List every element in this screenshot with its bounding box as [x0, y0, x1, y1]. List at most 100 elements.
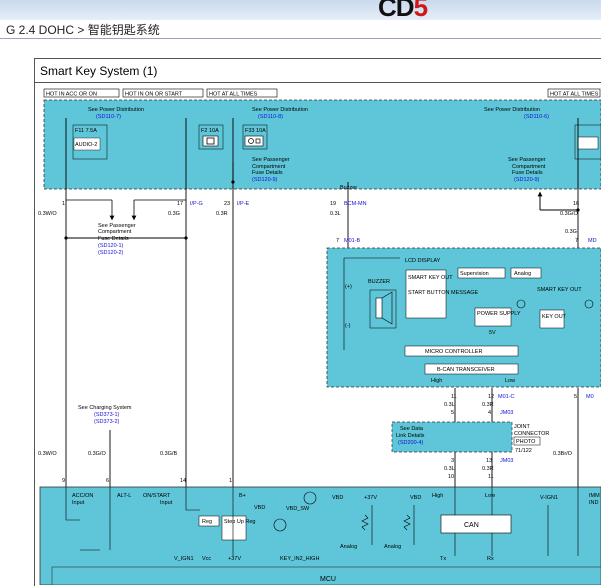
- svg-text:7: 7: [575, 238, 578, 244]
- svg-text:V_IGN1: V_IGN1: [174, 556, 194, 562]
- svg-text:LCD DISPLAY: LCD DISPLAY: [405, 258, 441, 264]
- svg-text:V-IGN1: V-IGN1: [540, 495, 558, 501]
- svg-text:Low: Low: [505, 378, 515, 384]
- svg-text:(-): (-): [345, 323, 351, 329]
- see-power-label-1: See Power Distribution: [88, 107, 144, 113]
- fuse-f2: F2 10A: [198, 124, 224, 150]
- svg-text:11: 11: [488, 474, 494, 480]
- svg-text:16: 16: [573, 201, 579, 207]
- svg-text:MICRO CONTROLLER: MICRO CONTROLLER: [425, 349, 482, 355]
- svg-text:Analog: Analog: [514, 271, 531, 277]
- svg-text:5V: 5V: [489, 330, 496, 336]
- svg-text:0.3G/O: 0.3G/O: [560, 211, 578, 217]
- svg-text:JOINT: JOINT: [514, 424, 531, 430]
- svg-text:3: 3: [451, 458, 454, 464]
- svg-text:(SD120-1): (SD120-1): [98, 243, 124, 249]
- svg-text:0.3L: 0.3L: [444, 402, 455, 408]
- svg-text:6: 6: [106, 478, 109, 484]
- svg-text:Rx: Rx: [487, 556, 494, 562]
- svg-text:5: 5: [574, 394, 577, 400]
- svg-text:(+): (+): [345, 284, 352, 290]
- svg-text:1: 1: [229, 478, 232, 484]
- wiring-diagram: HOT IN ACC OR ON HOT IN ON OR START HOT …: [38, 88, 601, 585]
- hot-on-start-label: HOT IN ON OR START: [125, 92, 183, 98]
- svg-text:0.3G/O: 0.3G/O: [88, 451, 106, 457]
- svg-text:0.3W/O: 0.3W/O: [38, 451, 57, 457]
- svg-text:High: High: [431, 378, 442, 384]
- svg-text:0.3R: 0.3R: [216, 211, 228, 217]
- svg-text:Compartment: Compartment: [98, 229, 132, 235]
- pin-labels-mid: 11 12 M01-C 5 M0 0.3L 0.3R 5 4 JM03: [444, 394, 594, 416]
- svg-text:0.3G/B: 0.3G/B: [160, 451, 177, 457]
- svg-text:Fuse Details: Fuse Details: [512, 170, 543, 176]
- svg-text:17: 17: [177, 201, 183, 207]
- svg-text:SMART KEY OUT: SMART KEY OUT: [408, 275, 453, 281]
- svg-text:Analog: Analog: [340, 544, 357, 550]
- svg-text:SMART KEY OUT: SMART KEY OUT: [537, 287, 582, 293]
- svg-text:9: 9: [62, 478, 65, 484]
- svg-text:0.3G: 0.3G: [565, 229, 577, 235]
- svg-text:IMM: IMM: [589, 493, 600, 499]
- power-ref-3: (SD110-6): [524, 114, 549, 120]
- svg-text:VBD_SW: VBD_SW: [286, 506, 310, 512]
- svg-text:4: 4: [488, 410, 491, 416]
- svg-text:Input: Input: [160, 500, 173, 506]
- svg-text:PHOTO: PHOTO: [516, 439, 536, 445]
- svg-text:KEY OUT: KEY OUT: [542, 314, 567, 320]
- svg-text:5: 5: [451, 410, 454, 416]
- svg-text:Link Details: Link Details: [396, 433, 425, 439]
- svg-text:Low: Low: [485, 493, 495, 499]
- svg-text:Reg: Reg: [202, 519, 212, 525]
- svg-text:See Data: See Data: [400, 426, 424, 432]
- svg-text:0.3Br/O: 0.3Br/O: [553, 451, 573, 457]
- svg-text:0.3L: 0.3L: [444, 466, 455, 472]
- svg-text:10: 10: [448, 474, 454, 480]
- svg-text:B-CAN TRANSCEIVER: B-CAN TRANSCEIVER: [437, 367, 495, 373]
- svg-text:M01-B: M01-B: [344, 238, 361, 244]
- svg-text:High: High: [432, 493, 443, 499]
- svg-text:See Charging System: See Charging System: [78, 405, 132, 411]
- svg-text:19: 19: [330, 201, 336, 207]
- svg-text:BUZZER: BUZZER: [368, 279, 390, 285]
- pin-labels-lower: 3 13 JM03 0.3L 0.3R 10 11 0.3W/O 0.3G/O …: [38, 451, 573, 484]
- svg-text:VBD: VBD: [254, 505, 265, 511]
- fuse-arrows: [66, 191, 543, 221]
- power-ref-1: (SD110-7): [96, 114, 121, 120]
- svg-text:JM03: JM03: [500, 410, 513, 416]
- svg-text:14: 14: [180, 478, 186, 484]
- svg-text:Supervision: Supervision: [460, 271, 489, 277]
- svg-text:12: 12: [488, 394, 494, 400]
- passenger-fuse-ref-c: See Passenger Compartment Fuse Details (…: [98, 223, 136, 256]
- svg-text:B+: B+: [239, 493, 246, 499]
- svg-text:+37V: +37V: [228, 556, 241, 562]
- svg-text:ON/START: ON/START: [143, 493, 171, 499]
- see-power-label-3: See Power Distribution: [484, 107, 540, 113]
- svg-text:(SD373-2): (SD373-2): [94, 419, 120, 425]
- svg-text:ACC/ON: ACC/ON: [72, 493, 93, 499]
- svg-text:Input: Input: [72, 500, 85, 506]
- svg-text:VBD: VBD: [410, 495, 421, 501]
- hot-labels: HOT IN ACC OR ON HOT IN ON OR START HOT …: [43, 88, 601, 98]
- svg-text:Analog: Analog: [384, 544, 401, 550]
- svg-text:CONNECTOR: CONNECTOR: [514, 431, 549, 437]
- svg-text:CAN: CAN: [464, 522, 479, 529]
- fuse-right: [574, 124, 601, 160]
- svg-text:I/P-E: I/P-E: [237, 201, 250, 207]
- svg-text:VBD: VBD: [332, 495, 343, 501]
- svg-text:See Passenger: See Passenger: [252, 157, 290, 163]
- svg-text:Fuse Details: Fuse Details: [252, 170, 283, 176]
- svg-text:Fuse Details: Fuse Details: [98, 236, 129, 242]
- svg-text:BCM-MN: BCM-MN: [344, 201, 367, 207]
- svg-text:M0: M0: [586, 394, 594, 400]
- svg-text:F2 10A: F2 10A: [201, 128, 219, 134]
- svg-text:I/P-G: I/P-G: [190, 201, 203, 207]
- svg-text:13: 13: [486, 458, 492, 464]
- svg-text:(SD120-9): (SD120-9): [252, 177, 278, 183]
- svg-text:AUDIO-2: AUDIO-2: [75, 142, 97, 148]
- charging-ref: See Charging System (SD373-1) (SD373-2): [78, 405, 132, 425]
- svg-text:1: 1: [62, 201, 65, 207]
- power-ref-2: (SD110-8): [258, 114, 283, 120]
- svg-text:Step Up Reg: Step Up Reg: [224, 519, 256, 525]
- svg-text:See Passenger: See Passenger: [508, 157, 546, 163]
- svg-text:M01-C: M01-C: [498, 394, 515, 400]
